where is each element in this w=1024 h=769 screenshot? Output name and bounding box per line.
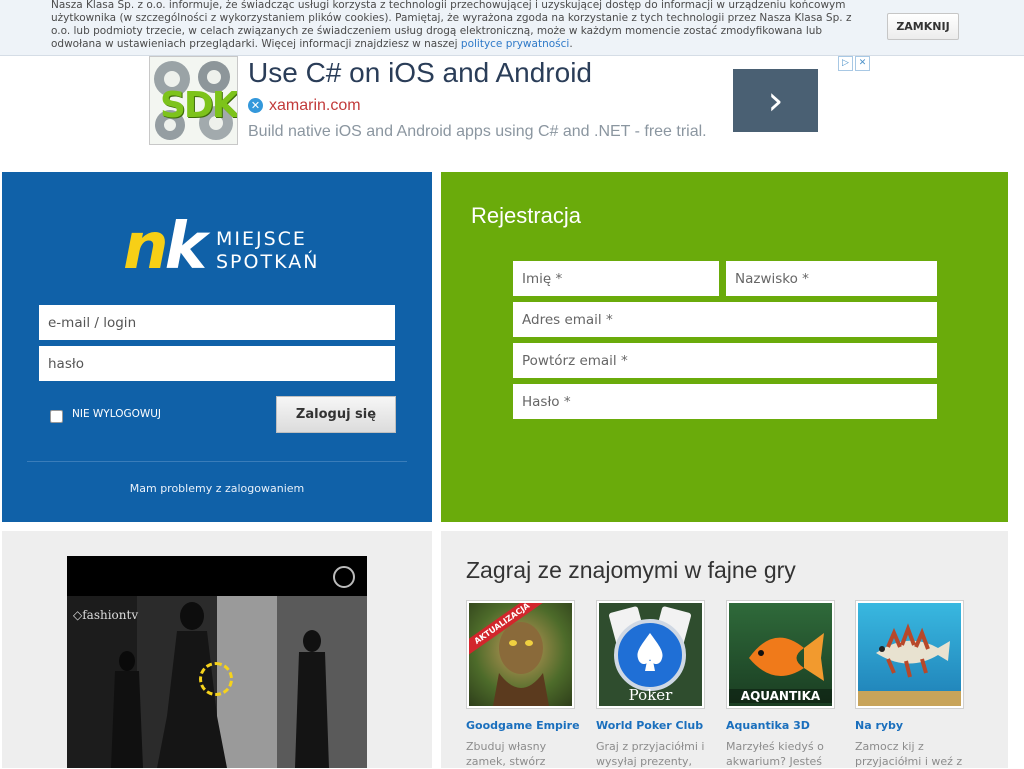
ad-thumbnail-sdk-text: SDK <box>160 85 238 126</box>
adchoices-icon[interactable]: ▷ <box>838 56 853 71</box>
ad-choices[interactable]: ▷ ✕ <box>838 56 870 71</box>
remember-me-checkbox[interactable] <box>50 410 63 423</box>
email-repeat-input[interactable]: Powtórz email * <box>513 343 937 378</box>
password-input[interactable]: hasło <box>39 346 395 381</box>
fashiontv-logo: ◇fashiontv <box>73 608 139 622</box>
registration-panel: Rejestracja Imię * Nazwisko * Adres emai… <box>441 172 1008 522</box>
game-title[interactable]: Goodgame Empire <box>466 719 581 732</box>
login-panel: nk MIEJSCE SPOTKAŃ e-mail / login hasło … <box>2 172 432 522</box>
email-input[interactable]: Adres email * <box>513 302 937 337</box>
poker-label: Poker <box>628 686 673 704</box>
game-title[interactable]: Aquantika 3D <box>726 719 841 732</box>
chevron-right-icon: › <box>767 77 784 124</box>
game-description: Marzyłeś kiedyś o akwarium? Jesteś <box>726 740 824 768</box>
game-thumbnail[interactable]: AQUANTIKA <box>726 600 835 709</box>
game-item[interactable]: Poker World Poker Club Graj z przyjaciół… <box>596 600 711 769</box>
video-panel: ◇fashiontv <box>2 531 432 768</box>
film-reel-icon <box>333 566 355 588</box>
game-title[interactable]: World Poker Club <box>596 719 711 732</box>
game-title[interactable]: Na ryby <box>855 719 970 732</box>
close-cookie-button[interactable]: ZAMKNIJ <box>887 13 959 40</box>
ad-domain[interactable]: xamarin.com <box>269 97 361 115</box>
ad-thumbnail[interactable]: SDK <box>149 56 238 145</box>
email-login-input[interactable]: e-mail / login <box>39 305 395 340</box>
cookie-notice-text: Nasza Klasa Sp. z o.o. informuje, że świ… <box>51 0 852 50</box>
password-register-input[interactable]: Hasło * <box>513 384 937 419</box>
login-divider <box>27 461 407 462</box>
ad-description: Build native iOS and Android apps using … <box>248 123 707 140</box>
games-title: Zagraj ze znajomymi w fajne gry <box>466 557 796 583</box>
game-description: Graj z przyjaciółmi i wysyłaj prezenty, <box>596 740 705 768</box>
aquantika-label: AQUANTIKA <box>729 689 832 703</box>
first-name-input[interactable]: Imię * <box>513 261 719 296</box>
game-thumbnail[interactable]: AKTUALIZACJA <box>466 600 575 709</box>
registration-title: Rejestracja <box>471 203 582 228</box>
ad-close-icon[interactable]: ✕ <box>855 56 870 71</box>
logo-tagline: MIEJSCE SPOTKAŃ <box>216 228 320 273</box>
game-item[interactable]: Na ryby Zamocz kij z przyjaciółmi i weź z <box>855 600 970 769</box>
game-thumbnail[interactable] <box>855 600 964 709</box>
login-problems-link[interactable]: Mam problemy z zalogowaniem <box>2 482 432 495</box>
login-button[interactable]: Zaloguj się <box>276 396 396 433</box>
advertisement-banner[interactable]: SDK Use C# on iOS and Android ✕ xamarin.… <box>149 55 870 147</box>
cookie-notice-bar: Nasza Klasa Sp. z o.o. informuje, że świ… <box>0 0 1024 56</box>
remember-me-label[interactable]: NIE WYLOGOWUJ <box>72 408 161 420</box>
game-description: Zbuduj własny zamek, stwórz <box>466 740 547 768</box>
ad-arrow-button[interactable]: › <box>733 69 818 132</box>
ad-title[interactable]: Use C# on iOS and Android <box>248 57 592 89</box>
video-player[interactable]: ◇fashiontv <box>67 556 367 768</box>
games-panel: Zagraj ze znajomymi w fajne gry AKTUALIZ… <box>441 531 1008 768</box>
xamarin-icon: ✕ <box>248 98 263 113</box>
game-thumbnail[interactable]: Poker <box>596 600 705 709</box>
nk-logo: nk <box>123 210 207 284</box>
last-name-input[interactable]: Nazwisko * <box>726 261 937 296</box>
game-description: Zamocz kij z przyjaciółmi i weź z <box>855 740 963 768</box>
loading-spinner-icon <box>199 662 233 696</box>
game-item[interactable]: AKTUALIZACJA Goodgame Empire Zbuduj włas… <box>466 600 581 769</box>
privacy-policy-link[interactable]: polityce prywatności <box>461 38 569 50</box>
game-item[interactable]: AQUANTIKA Aquantika 3D Marzyłeś kiedyś o… <box>726 600 841 769</box>
